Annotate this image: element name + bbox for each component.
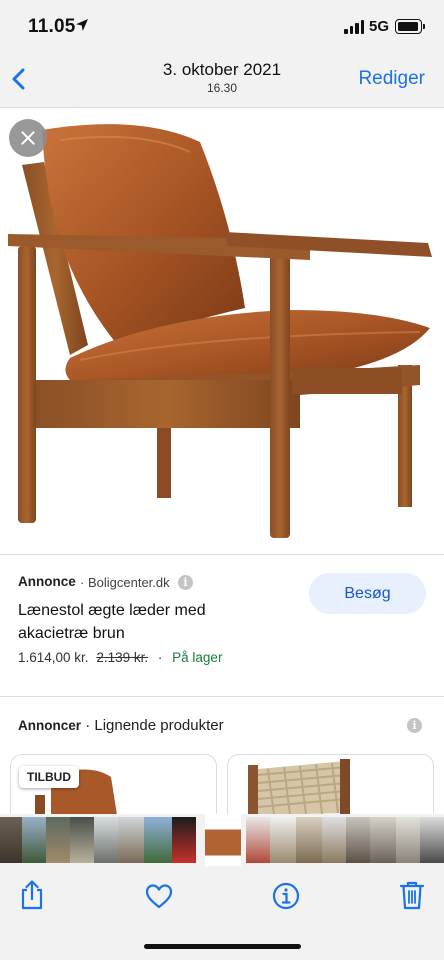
- product-title-line1: Lænestol ægte læder med: [18, 602, 206, 619]
- old-price: 2.139 kr.: [96, 650, 149, 665]
- thumbnail[interactable]: [270, 817, 296, 863]
- source-name: Boligcenter.dk: [87, 575, 170, 590]
- offer-badge: TILBUD: [19, 766, 79, 788]
- thumbnail[interactable]: [118, 817, 144, 863]
- thumbnail[interactable]: [22, 817, 46, 863]
- product-title-line2: akacietræ brun: [18, 625, 125, 642]
- price-separator: ·: [157, 650, 163, 665]
- status-bar: 11.05 5G: [0, 0, 444, 50]
- ad-info-icon[interactable]: i: [178, 575, 193, 590]
- visit-button[interactable]: Besøg: [309, 573, 426, 614]
- divider: [0, 554, 444, 555]
- thumbnail[interactable]: [94, 817, 118, 863]
- thumbnail[interactable]: [346, 817, 370, 863]
- home-indicator[interactable]: [144, 944, 301, 949]
- thumbnail[interactable]: [370, 817, 396, 863]
- similar-label-bold: Annoncer: [18, 718, 82, 733]
- similar-separator: ·: [85, 717, 91, 734]
- thumbnail[interactable]: [144, 817, 172, 863]
- similar-info-icon[interactable]: i: [407, 718, 422, 733]
- source-separator: ·: [80, 575, 85, 590]
- location-arrow-icon: [76, 19, 88, 31]
- thumbnail[interactable]: [296, 817, 322, 863]
- thumbnail[interactable]: [420, 817, 444, 863]
- price: 1.614,00 kr.: [18, 650, 89, 665]
- price-line: 1.614,00 kr. 2.139 kr. · På lager: [18, 650, 222, 665]
- navigation-bar: 3. oktober 2021 16.30 Rediger: [0, 50, 444, 108]
- thumbnail[interactable]: [396, 817, 420, 863]
- similar-label: Lignende produkter: [94, 717, 224, 734]
- thumbnail[interactable]: [322, 817, 346, 863]
- status-time: 11.05: [28, 16, 76, 37]
- heart-icon[interactable]: [145, 881, 173, 913]
- availability: På lager: [172, 650, 223, 665]
- network-type: 5G: [369, 18, 390, 35]
- edit-button[interactable]: Rediger: [358, 68, 425, 90]
- product-title[interactable]: Lænestol ægte læder med akacietræ brun: [18, 599, 268, 645]
- signal-icon: [344, 20, 364, 34]
- divider: [0, 696, 444, 697]
- thumbnail-strip[interactable]: [0, 814, 444, 866]
- trash-icon[interactable]: [398, 879, 426, 911]
- info-icon[interactable]: [272, 881, 300, 913]
- thumbnail[interactable]: [246, 817, 270, 863]
- thumbnail[interactable]: [172, 817, 196, 863]
- battery-icon: [395, 19, 425, 34]
- thumbnail-selected[interactable]: [205, 814, 241, 866]
- armchair-image: [8, 124, 432, 538]
- thumbnail[interactable]: [46, 817, 70, 863]
- ad-source[interactable]: · Boligcenter.dk: [80, 575, 170, 590]
- close-icon[interactable]: [9, 119, 47, 157]
- product-photo[interactable]: [0, 110, 444, 555]
- share-icon[interactable]: [18, 879, 46, 911]
- ad-label: Annonce: [18, 574, 76, 589]
- thumbnail[interactable]: [0, 817, 22, 863]
- thumbnail[interactable]: [70, 817, 94, 863]
- similar-products-heading: Annoncer · Lignende produkter: [18, 717, 224, 734]
